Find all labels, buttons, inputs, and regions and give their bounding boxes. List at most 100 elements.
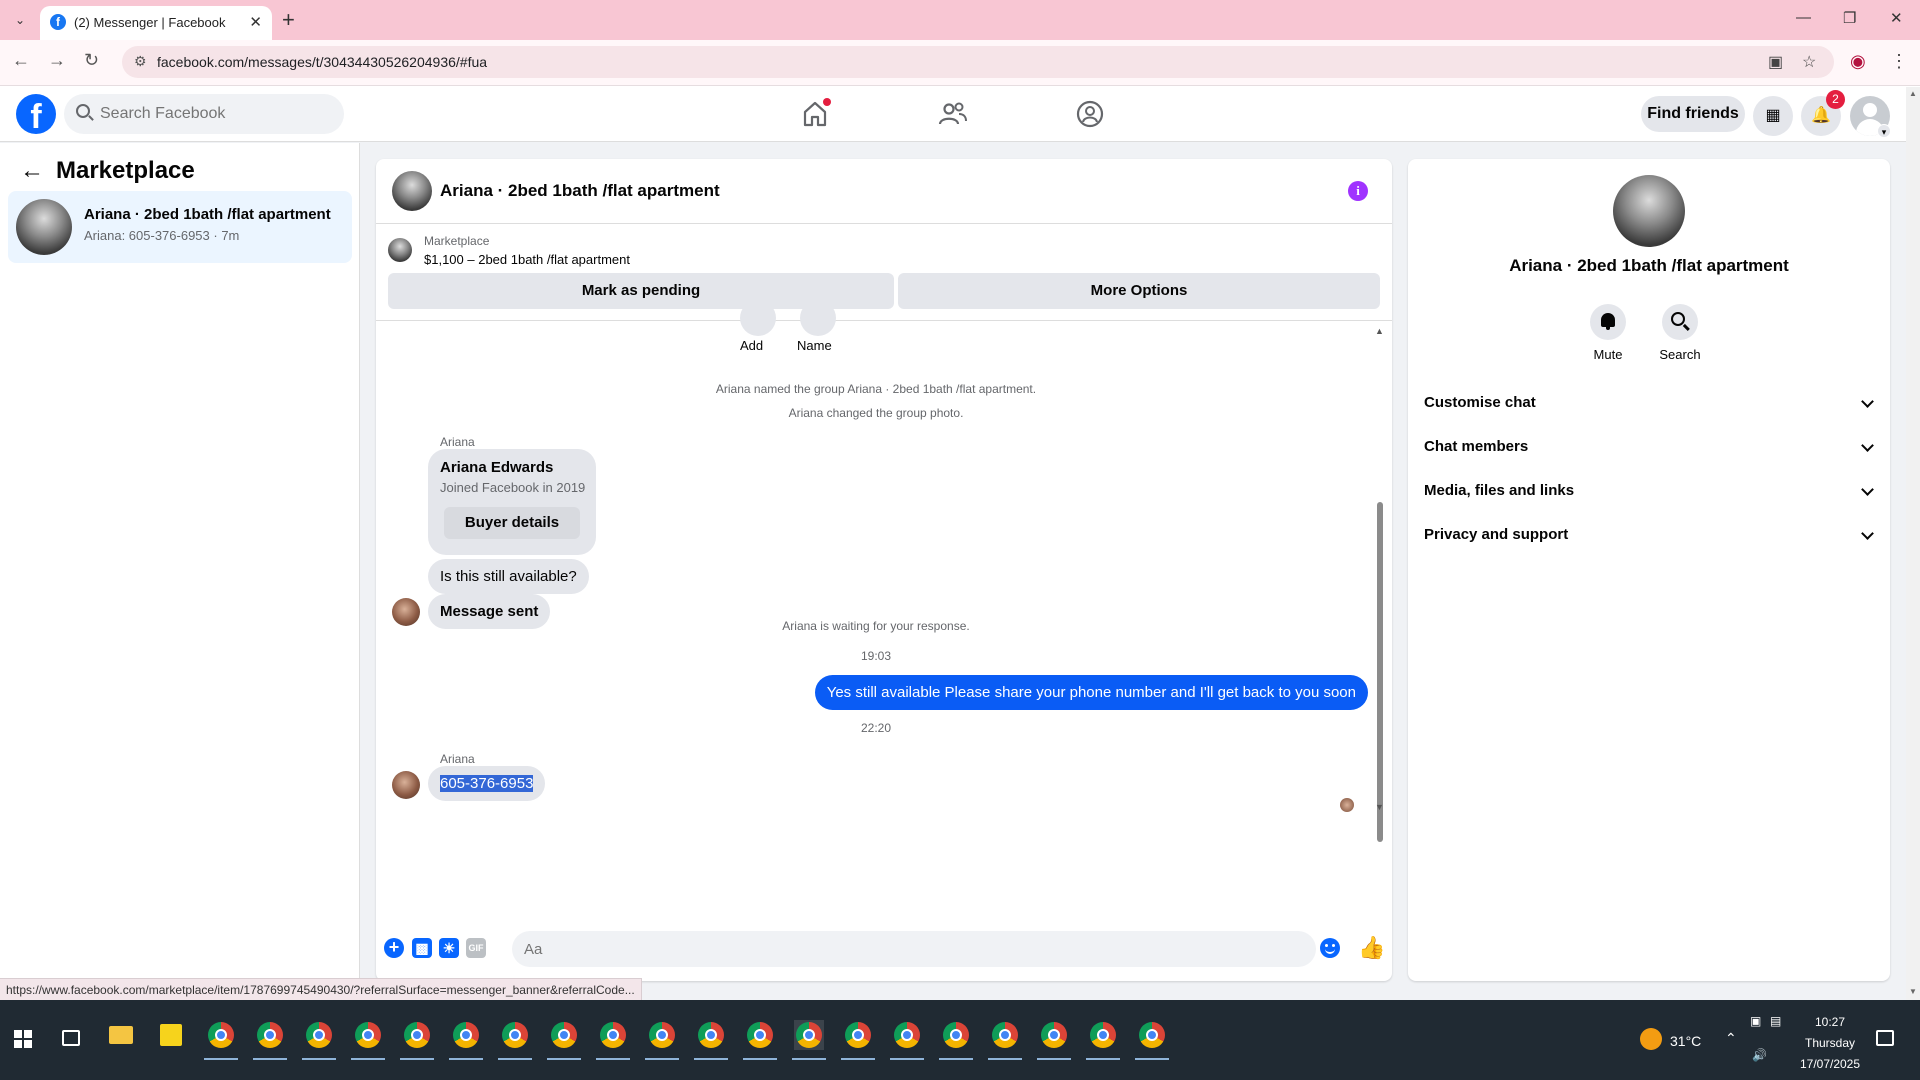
section-customise-chat[interactable]: Customise chat (1416, 381, 1882, 425)
menu-grid-icon[interactable]: ▦ (1753, 96, 1793, 136)
browser-menu-icon[interactable]: ⋮ (1890, 51, 1908, 72)
chrome-app-icon[interactable] (694, 1020, 728, 1060)
chrome-app-icon[interactable] (400, 1020, 434, 1060)
listing-thumbnail[interactable] (388, 238, 412, 262)
message-input[interactable] (512, 931, 1316, 967)
chrome-app-icon[interactable] (1037, 1020, 1071, 1060)
file-explorer-icon[interactable] (107, 1020, 137, 1050)
chrome-app-icon[interactable] (449, 1020, 483, 1060)
chrome-app-icon[interactable] (498, 1020, 532, 1060)
groups-icon[interactable] (1074, 98, 1106, 130)
listing-title[interactable]: $1,100 – 2bed 1bath /flat apartment (424, 252, 630, 267)
info-icon[interactable]: i (1348, 181, 1368, 201)
account-chevron-down-icon[interactable]: ▾ (1877, 124, 1891, 138)
group-photo[interactable] (1613, 175, 1685, 247)
home-icon[interactable] (799, 98, 831, 130)
chrome-app-icon[interactable] (302, 1020, 336, 1060)
chat-title[interactable]: Ariana · 2bed 1bath /flat apartment (440, 181, 720, 201)
minimize-window-icon[interactable]: — (1796, 9, 1811, 26)
chrome-app-icon[interactable] (351, 1020, 385, 1060)
section-media-files-links[interactable]: Media, files and links (1416, 469, 1882, 513)
mute-button[interactable]: Mute (1578, 304, 1638, 362)
url-text[interactable]: facebook.com/messages/t/3043443052620493… (157, 54, 487, 70)
chrome-app-icon[interactable] (204, 1020, 238, 1060)
friends-icon[interactable] (937, 98, 969, 130)
scroll-up-arrow-icon[interactable]: ▲ (1375, 326, 1384, 336)
chrome-app-icon[interactable] (743, 1020, 777, 1060)
windows-start-icon[interactable] (14, 1030, 32, 1048)
scroll-down-arrow-icon[interactable]: ▼ (1375, 802, 1384, 812)
emoji-icon[interactable] (1320, 938, 1340, 958)
search-in-chat-button[interactable]: Search (1650, 304, 1710, 362)
facebook-search[interactable] (64, 94, 344, 134)
chrome-app-icon[interactable] (596, 1020, 630, 1060)
message-thread[interactable]: Add Name Ariana named the group Ariana ·… (376, 300, 1392, 919)
address-bar[interactable]: ⚙ facebook.com/messages/t/30434430526204… (122, 46, 1834, 78)
chat-group-photo[interactable] (392, 171, 432, 211)
meet-now-icon[interactable]: ▣ (1750, 1014, 1761, 1028)
more-options-button[interactable]: More Options (898, 273, 1380, 309)
network-icon[interactable]: ▤ (1770, 1014, 1781, 1028)
incoming-message[interactable]: Is this still available? (428, 559, 589, 594)
search-input[interactable] (100, 94, 330, 134)
reload-icon[interactable]: ↻ (84, 50, 99, 71)
conversation-list-item[interactable]: Ariana · 2bed 1bath /flat apartment Aria… (8, 191, 352, 263)
restore-window-icon[interactable]: ❐ (1843, 9, 1856, 27)
add-label[interactable]: Add (740, 338, 763, 353)
forward-arrow-icon[interactable]: → (48, 50, 66, 71)
chrome-app-icon[interactable] (253, 1020, 287, 1060)
site-info-icon[interactable]: ⚙ (134, 53, 147, 70)
scroll-up-arrow-icon[interactable]: ▲ (1909, 89, 1917, 98)
sticker-icon[interactable]: ☀ (439, 938, 459, 958)
task-view-icon[interactable] (62, 1030, 80, 1046)
section-privacy-support[interactable]: Privacy and support (1416, 513, 1882, 557)
more-actions-plus-icon[interactable]: + (384, 938, 404, 958)
chrome-app-icon[interactable] (939, 1020, 973, 1060)
scrollbar-thumb[interactable] (1377, 502, 1383, 842)
thumbs-up-like-icon[interactable]: 👍 (1358, 935, 1385, 961)
system-message-named: Ariana named the group Ariana · 2bed 1ba… (715, 382, 1037, 396)
thread-scrollbar[interactable]: ▲ ▼ (1374, 326, 1386, 916)
browser-tab-messenger[interactable]: f (2) Messenger | Facebook ✕ (40, 6, 272, 40)
gif-icon[interactable]: GIF (466, 938, 486, 958)
tab-close-icon[interactable]: ✕ (249, 13, 262, 31)
back-arrow-icon[interactable]: ← (12, 50, 30, 71)
close-window-icon[interactable]: ✕ (1890, 9, 1903, 27)
system-clock[interactable]: 10:27 Thursday 17/07/2025 (1790, 1012, 1870, 1075)
chrome-app-icon[interactable] (841, 1020, 875, 1060)
attach-photo-icon[interactable]: ▩ (412, 938, 432, 958)
page-scrollbar[interactable]: ▲ ▼ (1906, 87, 1920, 1000)
chrome-app-icon-active[interactable] (792, 1020, 826, 1060)
chrome-app-icon[interactable] (645, 1020, 679, 1060)
back-arrow-icon[interactable]: ← (20, 157, 44, 185)
install-app-icon[interactable]: ▣ (1768, 52, 1783, 72)
chrome-app-icon[interactable] (1135, 1020, 1169, 1060)
chrome-app-icon[interactable] (1086, 1020, 1120, 1060)
profile-icon[interactable]: ◉ (1850, 51, 1866, 72)
add-people-icon[interactable] (740, 300, 776, 336)
section-chat-members[interactable]: Chat members (1416, 425, 1882, 469)
bookmark-star-icon[interactable]: ☆ (1802, 52, 1816, 72)
outgoing-message[interactable]: Yes still available Please share your ph… (814, 675, 1368, 710)
incoming-message-phone[interactable]: 605-376-6953 (428, 766, 546, 801)
show-hidden-icons-chevron-icon[interactable]: ⌃ (1725, 1030, 1737, 1047)
weather-icon[interactable] (1640, 1028, 1662, 1050)
facebook-logo[interactable]: f (16, 94, 56, 134)
weather-temperature[interactable]: 31°C (1670, 1033, 1701, 1049)
selected-phone-number[interactable]: 605-376-6953 (440, 775, 534, 792)
sticky-notes-icon[interactable] (156, 1020, 186, 1050)
buyer-details-button[interactable]: Buyer details (444, 507, 580, 539)
chrome-app-icon[interactable] (988, 1020, 1022, 1060)
chrome-app-icon[interactable] (547, 1020, 581, 1060)
volume-icon[interactable]: 🔊 (1752, 1048, 1767, 1062)
chrome-app-icon[interactable] (890, 1020, 924, 1060)
find-friends-button[interactable]: Find friends (1641, 96, 1745, 132)
name-group-icon[interactable] (800, 300, 836, 336)
sender-avatar[interactable] (392, 771, 420, 799)
name-label[interactable]: Name (797, 338, 832, 353)
notifications-bell-icon[interactable]: 🔔 2 (1801, 90, 1845, 136)
scroll-down-arrow-icon[interactable]: ▼ (1909, 987, 1917, 996)
new-tab-plus-icon[interactable]: + (282, 7, 295, 33)
action-center-notification-icon[interactable] (1876, 1030, 1894, 1046)
tab-search-chevron-icon[interactable]: ⌄ (10, 10, 30, 30)
